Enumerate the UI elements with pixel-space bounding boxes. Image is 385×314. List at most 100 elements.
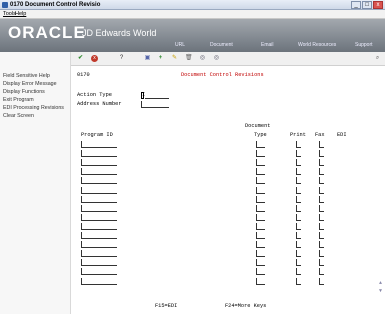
document-type-field[interactable] bbox=[256, 232, 265, 239]
fax-field[interactable] bbox=[319, 168, 324, 176]
document-type-field[interactable] bbox=[256, 204, 265, 212]
print-field[interactable] bbox=[296, 141, 301, 148]
print-field[interactable] bbox=[296, 195, 301, 203]
sidebar-item-display-functions[interactable]: Display Functions bbox=[3, 89, 45, 96]
print-field[interactable] bbox=[296, 232, 301, 239]
document-type-field[interactable] bbox=[256, 195, 265, 203]
sidebar-item-display-error[interactable]: Display Error Message bbox=[3, 81, 57, 88]
scroll-up-icon[interactable]: ▲ bbox=[379, 280, 382, 286]
document-type-field[interactable] bbox=[256, 186, 265, 194]
sidebar-item-clear-screen[interactable]: Clear Screen bbox=[3, 113, 34, 120]
fax-field[interactable] bbox=[319, 241, 324, 249]
print-field[interactable] bbox=[296, 177, 301, 185]
document-type-field[interactable] bbox=[256, 250, 265, 258]
oracle-logo: ORACLE bbox=[8, 23, 86, 42]
print-field[interactable] bbox=[296, 150, 301, 158]
fax-field[interactable] bbox=[319, 213, 324, 221]
menu-help[interactable]: Help bbox=[15, 11, 26, 18]
fax-field[interactable] bbox=[319, 204, 324, 212]
print-field[interactable] bbox=[296, 204, 301, 212]
document-type-field[interactable] bbox=[256, 168, 265, 176]
print-field[interactable] bbox=[296, 259, 301, 267]
fax-field[interactable] bbox=[319, 222, 324, 230]
document-type-field[interactable] bbox=[256, 177, 265, 185]
fax-field[interactable] bbox=[319, 186, 324, 194]
program-id-field[interactable] bbox=[81, 250, 117, 258]
nav-support[interactable]: Support bbox=[355, 42, 373, 49]
program-id-field[interactable] bbox=[81, 268, 117, 276]
program-id-field[interactable] bbox=[81, 232, 117, 239]
window-titlebar: 0170 Document Control Revisio _ □ x bbox=[0, 0, 385, 10]
search-icon[interactable]: ⌕ bbox=[374, 55, 381, 62]
function-sidebar: Field Sensitive Help Display Error Messa… bbox=[0, 52, 71, 314]
program-id-field[interactable] bbox=[81, 168, 117, 176]
minimize-button[interactable]: _ bbox=[351, 1, 361, 9]
print-field[interactable] bbox=[296, 222, 301, 230]
fax-field[interactable] bbox=[319, 159, 324, 167]
sidebar-item-edi-revisions[interactable]: EDI Processing Revisions bbox=[3, 105, 64, 112]
sidebar-item-field-help[interactable]: Field Sensitive Help bbox=[3, 73, 50, 80]
edit-icon[interactable]: ✎ bbox=[171, 55, 178, 62]
document-type-field[interactable] bbox=[256, 241, 265, 249]
copy-icon[interactable]: ▣ bbox=[144, 55, 151, 62]
nav-document[interactable]: Document bbox=[210, 42, 233, 49]
fax-field[interactable] bbox=[319, 268, 324, 276]
program-id-field[interactable] bbox=[81, 150, 117, 158]
fax-field[interactable] bbox=[319, 195, 324, 203]
print-field[interactable] bbox=[296, 277, 301, 285]
nav-world-resources[interactable]: World Resources bbox=[298, 42, 336, 49]
fax-field[interactable] bbox=[319, 141, 324, 148]
document-type-field[interactable] bbox=[256, 150, 265, 158]
print-field[interactable] bbox=[296, 168, 301, 176]
program-id-field[interactable] bbox=[81, 259, 117, 267]
program-id-field[interactable] bbox=[81, 186, 117, 194]
document-type-field[interactable] bbox=[256, 259, 265, 267]
cancel-icon[interactable]: x bbox=[91, 55, 98, 62]
program-id-field[interactable] bbox=[81, 204, 117, 212]
action-type-field[interactable]: I bbox=[141, 92, 145, 99]
document-type-field[interactable] bbox=[256, 277, 265, 285]
program-id-field[interactable] bbox=[81, 222, 117, 230]
nav-url[interactable]: URL bbox=[175, 42, 185, 49]
check-icon[interactable]: ✔ bbox=[77, 55, 84, 62]
document-type-field[interactable] bbox=[256, 159, 265, 167]
help-icon[interactable]: ? bbox=[118, 55, 125, 62]
scroll-down-icon[interactable]: ▼ bbox=[379, 288, 382, 294]
address-number-label: Address Number bbox=[77, 101, 122, 107]
document-type-field[interactable] bbox=[256, 141, 265, 148]
document-type-field[interactable] bbox=[256, 213, 265, 221]
print-field[interactable] bbox=[296, 268, 301, 276]
document-type-field[interactable] bbox=[256, 268, 265, 276]
footer-f15[interactable]: F15=EDI bbox=[155, 303, 177, 310]
fax-field[interactable] bbox=[319, 277, 324, 285]
program-id-field[interactable] bbox=[81, 213, 117, 221]
print-field[interactable] bbox=[296, 159, 301, 167]
previous-icon[interactable]: ◎ bbox=[199, 55, 206, 62]
program-id-field[interactable] bbox=[81, 159, 117, 167]
program-id-field[interactable] bbox=[81, 177, 117, 185]
program-id-field[interactable] bbox=[81, 241, 117, 249]
add-icon[interactable]: + bbox=[157, 55, 164, 62]
program-id-field[interactable] bbox=[81, 141, 117, 148]
fax-field[interactable] bbox=[319, 259, 324, 267]
fax-field[interactable] bbox=[319, 250, 324, 258]
fax-field[interactable] bbox=[319, 150, 324, 158]
print-field[interactable] bbox=[296, 250, 301, 258]
program-id-field[interactable] bbox=[81, 195, 117, 203]
print-field[interactable] bbox=[296, 241, 301, 249]
footer-f24[interactable]: F24=More Keys bbox=[225, 303, 266, 310]
program-id-field[interactable] bbox=[81, 277, 117, 285]
fax-field[interactable] bbox=[319, 232, 324, 239]
print-field[interactable] bbox=[296, 186, 301, 194]
menu-tools[interactable]: Tools bbox=[3, 11, 16, 18]
delete-icon[interactable]: 🗑 bbox=[185, 55, 193, 62]
maximize-button[interactable]: □ bbox=[362, 1, 372, 9]
sidebar-item-exit[interactable]: Exit Program bbox=[3, 97, 34, 104]
nav-email[interactable]: Email bbox=[261, 42, 274, 49]
address-number-field[interactable] bbox=[141, 101, 169, 108]
next-icon[interactable]: ◎ bbox=[213, 55, 220, 62]
print-field[interactable] bbox=[296, 213, 301, 221]
close-button[interactable]: x bbox=[373, 1, 383, 9]
document-type-field[interactable] bbox=[256, 222, 265, 230]
fax-field[interactable] bbox=[319, 177, 324, 185]
